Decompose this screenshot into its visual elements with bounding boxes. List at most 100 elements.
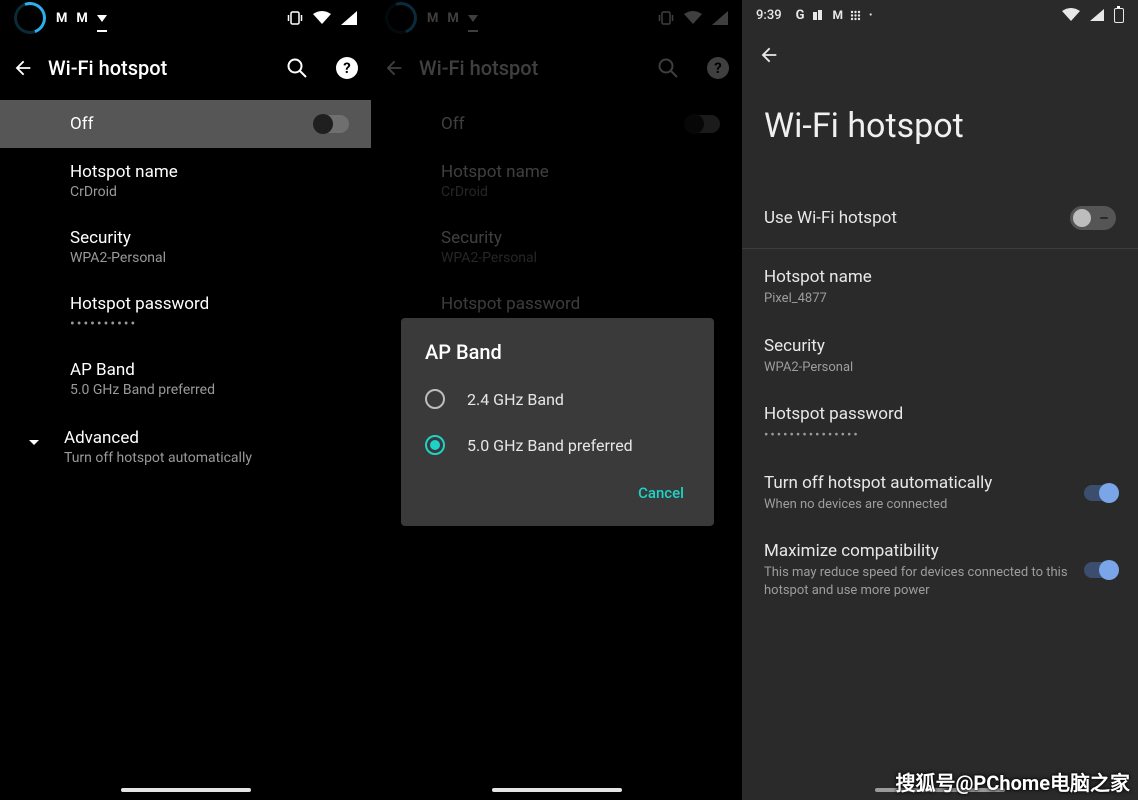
grid-icon: [850, 10, 861, 21]
row-value: ••••••••••: [70, 316, 371, 332]
gmail-icon: M: [56, 11, 66, 26]
three-screenshot-canvas: M M Wi-Fi hotspot ? Off Hotspot name CrD…: [0, 0, 1138, 800]
svg-text:?: ?: [343, 59, 350, 77]
musickey-icon: [812, 9, 824, 21]
row-label: Turn off hotspot automatically: [764, 473, 1068, 493]
security-row[interactable]: Security WPA2-Personal: [742, 322, 1138, 391]
toggle-label: Off: [441, 114, 465, 134]
row-label: Hotspot password: [70, 294, 371, 314]
radio-checked-icon: [425, 435, 445, 455]
wifi-icon: [313, 11, 331, 25]
row-label: Security: [70, 228, 371, 248]
nav-pill[interactable]: [492, 788, 622, 792]
search-icon[interactable]: [285, 56, 309, 80]
row-sub: Turn off hotspot automatically: [64, 450, 252, 466]
toggle-switch-off: [686, 115, 720, 133]
signal-icon: [341, 11, 357, 25]
row-label: Hotspot name: [70, 162, 371, 182]
dialog-title: AP Band: [409, 340, 706, 376]
radio-label: 2.4 GHz Band: [467, 390, 564, 409]
status-bar: 9:39 G M •: [742, 0, 1138, 30]
toggle-switch-off[interactable]: [315, 115, 349, 133]
vibrate-icon: [287, 11, 303, 25]
password-row: Hotspot password: [371, 280, 742, 314]
signal-icon: [712, 11, 728, 25]
toggle-label: Off: [70, 114, 94, 134]
row-value: Pixel_4877: [764, 290, 1116, 308]
status-bar: M M: [371, 0, 742, 36]
advanced-expander-row[interactable]: Advanced Turn off hotspot automatically: [0, 412, 371, 482]
row-value: WPA2-Personal: [764, 359, 1116, 377]
cancel-button[interactable]: Cancel: [630, 478, 692, 508]
gmail-icon: M: [832, 8, 842, 22]
back-button[interactable]: [742, 30, 1138, 66]
battery-icon: [1114, 8, 1124, 23]
row-label: Hotspot name: [764, 267, 1116, 287]
phone-screenshot-1: M M Wi-Fi hotspot ? Off Hotspot name CrD…: [0, 0, 371, 800]
compat-row[interactable]: Maximize compatibility This may reduce s…: [742, 527, 1138, 613]
password-row[interactable]: Hotspot password •••••••••••••••: [742, 390, 1138, 459]
auto-off-row[interactable]: Turn off hotspot automatically When no d…: [742, 459, 1138, 528]
status-bar: M M: [0, 0, 371, 36]
watermark-text: 搜狐号@PChome电脑之家: [895, 767, 1130, 796]
search-icon[interactable]: [656, 56, 680, 80]
row-value: CrDroid: [70, 184, 371, 200]
radio-option-5ghz[interactable]: 5.0 GHz Band preferred: [409, 422, 706, 468]
back-arrow-icon[interactable]: [383, 57, 405, 79]
row-label: Maximize compatibility: [764, 541, 1068, 561]
hotspot-master-toggle-row: Off: [371, 100, 742, 148]
password-row[interactable]: Hotspot password ••••••••••: [0, 280, 371, 346]
row-value: WPA2-Personal: [441, 250, 742, 266]
row-value: CrDroid: [441, 184, 742, 200]
gmail-icon: M: [447, 11, 457, 26]
back-arrow-icon[interactable]: [12, 57, 34, 79]
radio-unchecked-icon: [425, 389, 445, 409]
hotspot-name-row: Hotspot name CrDroid: [371, 148, 742, 214]
loading-spinner-icon: [9, 0, 52, 39]
toggle-switch-off[interactable]: [1070, 206, 1116, 230]
nav-pill[interactable]: [121, 788, 251, 792]
ap-band-dialog: AP Band 2.4 GHz Band 5.0 GHz Band prefer…: [401, 318, 714, 526]
hotspot-name-row[interactable]: Hotspot name Pixel_4877: [742, 253, 1138, 322]
help-icon[interactable]: ?: [706, 56, 730, 80]
radio-option-2-4ghz[interactable]: 2.4 GHz Band: [409, 376, 706, 422]
google-icon: G: [796, 8, 805, 23]
security-row[interactable]: Security WPA2-Personal: [0, 214, 371, 280]
app-bar: Wi-Fi hotspot ?: [0, 36, 371, 100]
ap-band-row[interactable]: AP Band 5.0 GHz Band preferred: [0, 346, 371, 412]
toggle-switch-on[interactable]: [1084, 485, 1116, 501]
use-hotspot-row[interactable]: Use Wi-Fi hotspot: [742, 192, 1138, 244]
row-value: WPA2-Personal: [70, 250, 371, 266]
phone-screenshot-2: M M Wi-Fi hotspot ? Off Hotspot name CrD…: [371, 0, 742, 800]
row-label: Security: [764, 336, 1116, 356]
wifi-icon: [1062, 8, 1080, 22]
divider: [742, 248, 1138, 249]
page-title: Wi-Fi hotspot: [48, 56, 271, 80]
row-label: Hotspot password: [441, 294, 742, 314]
page-title: Wi-Fi hotspot: [742, 66, 1138, 192]
toggle-switch-on[interactable]: [1084, 562, 1116, 578]
row-label: AP Band: [70, 360, 371, 380]
gmail-icon: M: [427, 11, 437, 26]
dot-icon: •: [869, 10, 872, 21]
row-label: Use Wi-Fi hotspot: [764, 208, 1054, 228]
loading-spinner-icon: [380, 0, 423, 39]
hotspot-master-toggle-row[interactable]: Off: [0, 100, 371, 148]
row-value: 5.0 GHz Band preferred: [70, 382, 371, 398]
clock: 9:39: [756, 8, 782, 23]
security-row: Security WPA2-Personal: [371, 214, 742, 280]
vibrate-icon: [658, 11, 674, 25]
chevron-down-icon: [22, 428, 46, 454]
download-icon: [97, 15, 107, 22]
page-title: Wi-Fi hotspot: [419, 56, 642, 80]
phone-screenshot-3: 9:39 G M • Wi-Fi hotspot Use Wi-Fi hotsp…: [742, 0, 1138, 800]
row-sub: When no devices are connected: [764, 496, 1068, 514]
hotspot-name-row[interactable]: Hotspot name CrDroid: [0, 148, 371, 214]
signal-icon: [1090, 9, 1104, 21]
row-value: •••••••••••••••: [764, 427, 1116, 445]
row-sub: This may reduce speed for devices connec…: [764, 564, 1068, 599]
svg-text:?: ?: [714, 59, 721, 77]
help-icon[interactable]: ?: [335, 56, 359, 80]
row-label: Advanced: [64, 428, 252, 448]
gmail-icon: M: [76, 11, 86, 26]
